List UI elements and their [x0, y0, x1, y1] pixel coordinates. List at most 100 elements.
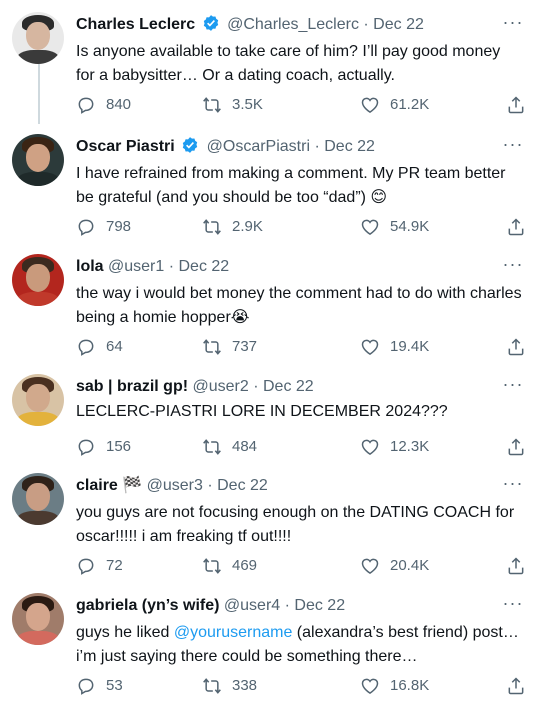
more-options-icon[interactable]: ··· — [502, 255, 524, 280]
share-button[interactable] — [506, 555, 526, 577]
heart-icon — [361, 97, 379, 113]
separator-dot: · — [202, 477, 218, 494]
heart-icon — [361, 558, 379, 574]
retweet-icon — [203, 439, 221, 455]
author-name[interactable]: gabriela (yn’s wife) — [76, 597, 219, 614]
author-handle[interactable]: @user1 — [108, 258, 164, 275]
tweet[interactable]: claire 🏁 @user3 · Dec 22 ··· you guys ar… — [0, 473, 540, 583]
share-icon — [508, 96, 524, 114]
author-name[interactable]: Oscar Piastri — [76, 138, 175, 155]
share-button[interactable] — [506, 94, 526, 116]
like-button[interactable]: 54.9K — [360, 216, 429, 238]
retweet-icon — [203, 678, 221, 694]
retweet-button[interactable]: 737 — [202, 336, 257, 358]
like-button[interactable]: 16.8K — [360, 675, 429, 697]
avatar[interactable] — [12, 12, 64, 64]
share-icon — [508, 218, 524, 236]
like-count: 12.3K — [390, 438, 430, 455]
avatar[interactable] — [12, 254, 64, 306]
avatar[interactable] — [12, 473, 64, 525]
like-button[interactable]: 12.3K — [360, 436, 429, 458]
tweet[interactable]: Charles Leclerc @Charles_Leclerc · Dec 2… — [0, 12, 540, 124]
reply-button[interactable]: 156 — [76, 436, 131, 458]
author-handle[interactable]: @user3 — [147, 477, 203, 494]
author-handle[interactable]: @OscarPiastri — [207, 138, 310, 155]
mention-link[interactable]: @yourusername — [174, 624, 293, 641]
heart-icon — [361, 339, 379, 355]
reply-button[interactable]: 72 — [76, 555, 123, 577]
share-button[interactable] — [506, 436, 526, 458]
retweet-button[interactable]: 469 — [202, 555, 257, 577]
tweet-date[interactable]: Dec 22 — [263, 378, 314, 395]
more-options-icon[interactable]: ··· — [502, 375, 524, 400]
tweet-date[interactable]: Dec 22 — [373, 16, 424, 33]
retweet-count: 737 — [232, 338, 258, 355]
reply-icon — [78, 339, 94, 356]
author-name[interactable]: lola — [76, 258, 104, 275]
tweet-date[interactable]: Dec 22 — [324, 138, 375, 155]
reply-button[interactable]: 798 — [76, 216, 131, 238]
share-button[interactable] — [506, 336, 526, 358]
share-icon — [508, 338, 524, 356]
tweet-date[interactable]: Dec 22 — [179, 258, 230, 275]
retweet-count: 469 — [232, 557, 258, 574]
share-button[interactable] — [506, 216, 526, 238]
separator-dot: · — [310, 138, 325, 155]
tweet[interactable]: gabriela (yn’s wife) @user4 · Dec 22 ···… — [0, 593, 540, 703]
heart-icon — [361, 439, 379, 455]
retweet-count: 338 — [232, 677, 258, 694]
like-button[interactable]: 19.4K — [360, 336, 429, 358]
tweet-text-part: guys he liked — [76, 624, 174, 641]
reply-count: 798 — [106, 218, 132, 235]
reply-icon — [78, 97, 94, 114]
tweet-date[interactable]: Dec 22 — [294, 597, 345, 614]
verified-badge-icon — [203, 15, 218, 31]
tweet[interactable]: lola @user1 · Dec 22 ··· the way i would… — [0, 254, 540, 364]
retweet-icon — [203, 219, 221, 235]
tweet-text: Is anyone available to take care of him?… — [76, 43, 501, 84]
tweet[interactable]: sab | brazil gp! @user2 · Dec 22 ··· LEC… — [0, 374, 540, 464]
retweet-button[interactable]: 3.5K — [202, 94, 263, 116]
reply-icon — [78, 439, 94, 456]
more-options-icon[interactable]: ··· — [502, 135, 524, 160]
author-name[interactable]: Charles Leclerc — [76, 16, 195, 33]
retweet-button[interactable]: 2.9K — [202, 216, 263, 238]
tweet[interactable]: Oscar Piastri @OscarPiastri · Dec 22 ···… — [0, 134, 540, 244]
reply-button[interactable]: 53 — [76, 675, 123, 697]
author-handle[interactable]: @user4 — [224, 597, 280, 614]
share-button[interactable] — [506, 675, 526, 697]
reply-count: 53 — [106, 677, 123, 694]
avatar[interactable] — [12, 134, 64, 186]
retweet-button[interactable]: 338 — [202, 675, 257, 697]
author-name[interactable]: sab | brazil gp! — [76, 378, 188, 395]
heart-icon — [361, 219, 379, 235]
like-count: 54.9K — [390, 218, 430, 235]
reply-icon — [78, 219, 94, 236]
reply-button[interactable]: 64 — [76, 336, 123, 358]
reply-icon — [78, 678, 94, 695]
retweet-count: 2.9K — [232, 218, 263, 235]
like-button[interactable]: 61.2K — [360, 94, 429, 116]
like-button[interactable]: 20.4K — [360, 555, 429, 577]
more-options-icon[interactable]: ··· — [502, 474, 524, 499]
separator-dot: · — [358, 16, 374, 33]
reply-count: 156 — [106, 438, 132, 455]
tweet-text: I have refrained from making a comment. … — [76, 165, 506, 206]
author-name[interactable]: claire 🏁 — [76, 477, 142, 494]
avatar[interactable] — [12, 593, 64, 645]
retweet-icon — [203, 558, 221, 574]
more-options-icon[interactable]: ··· — [502, 13, 524, 38]
reply-button[interactable]: 840 — [76, 94, 131, 116]
author-handle[interactable]: @user2 — [193, 378, 249, 395]
avatar[interactable] — [12, 374, 64, 426]
like-count: 16.8K — [390, 677, 430, 694]
more-options-icon[interactable]: ··· — [502, 594, 524, 619]
separator-dot: · — [164, 258, 179, 275]
retweet-button[interactable]: 484 — [202, 436, 257, 458]
like-count: 61.2K — [390, 96, 430, 113]
tweet-date[interactable]: Dec 22 — [217, 477, 268, 494]
tweet-text: you guys are not focusing enough on the … — [76, 504, 515, 545]
retweet-icon — [203, 339, 221, 355]
separator-dot: · — [248, 378, 263, 395]
author-handle[interactable]: @Charles_Leclerc — [227, 16, 359, 33]
